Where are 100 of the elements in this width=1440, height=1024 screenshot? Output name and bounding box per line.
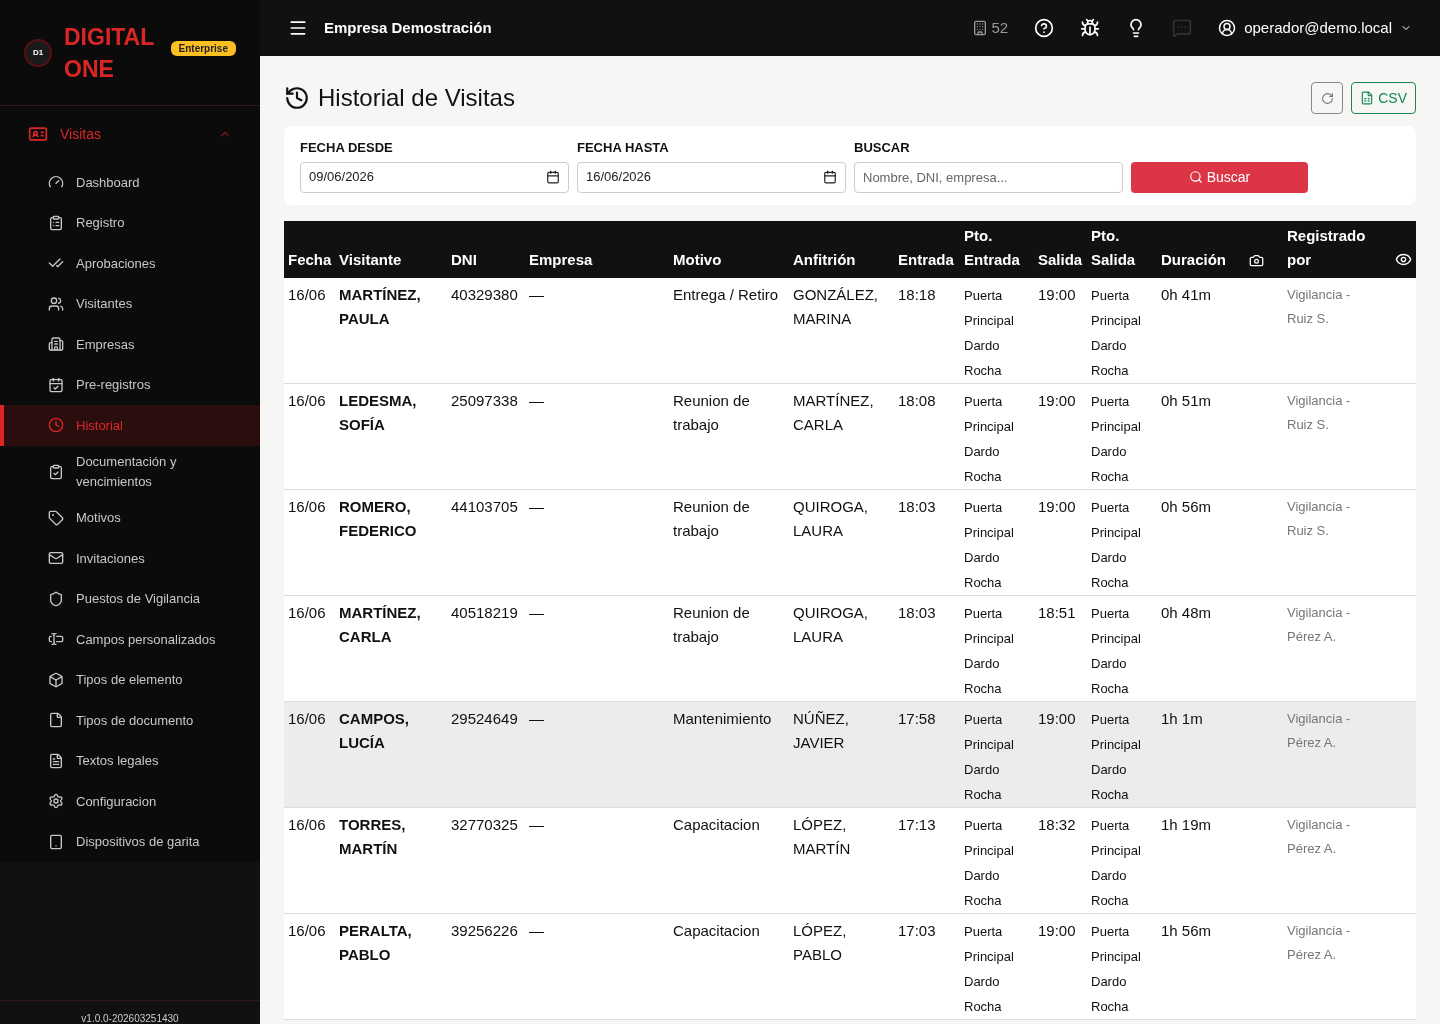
table-cell: Puerta Principal Dardo Rocha: [964, 923, 1014, 1014]
plan-badge: Enterprise: [170, 41, 236, 56]
date-field[interactable]: 16/06/2026: [577, 161, 846, 193]
column-header[interactable]: DNI: [451, 247, 477, 272]
column-header[interactable]: Salida: [1038, 247, 1083, 272]
bug-icon[interactable]: [1080, 18, 1101, 38]
sidebar-item[interactable]: Motivos: [0, 497, 260, 538]
table-cell: QUIROGA, LAURA: [793, 497, 868, 539]
column-header[interactable]: Pto. Entrada: [964, 223, 1020, 272]
table-cell: 19:00: [1038, 709, 1076, 727]
help-icon[interactable]: [1034, 18, 1055, 38]
table-row[interactable]: 16/06 PERALTA, PABLO 39256226 — Capacitacion LÓPEZ, PABLO 17:03 Puerta Principal Dardo Rocha 19:00 Puerta Principal Dardo Rocha 1h 56m Vigilancia - Pérez A.: [284, 913, 1416, 1019]
table-cell: NÚÑEZ, JAVIER: [793, 709, 849, 751]
user-icon: [1218, 19, 1237, 37]
column-header[interactable]: Entrada: [898, 247, 954, 272]
search-field[interactable]: Nombre, DNI, empresa...: [854, 161, 1123, 193]
sidebar-item[interactable]: Dispositivos de garita: [0, 821, 260, 862]
search-button[interactable]: Buscar: [1131, 161, 1308, 193]
column-header[interactable]: Empresa: [529, 247, 593, 272]
table-cell: 19:00: [1038, 497, 1076, 515]
table-cell: Puerta Principal Dardo Rocha: [964, 711, 1014, 802]
tag-icon: [48, 509, 64, 526]
table-cell: TORRES, MARTÍN: [339, 815, 406, 857]
sidebar-item[interactable]: Documentación y vencimientos: [0, 445, 260, 498]
sidebar-item[interactable]: Puestos de Vigilancia: [0, 578, 260, 619]
brand-name: DIGITAL: [64, 22, 155, 52]
sidebar-item[interactable]: Dashboard: [0, 162, 260, 203]
table-cell: 19:00: [1038, 921, 1076, 939]
column-header[interactable]: Fecha: [288, 247, 332, 272]
sidebar-item[interactable]: Tipos de documento: [0, 700, 260, 741]
table-row[interactable]: 16/06 MARTÍNEZ, PAULA 40329380 — Entrega / Retiro GONZÁLEZ, MARINA 18:18 Puerta Principal Dardo Rocha 19:00 Puerta Principal Dardo Rocha 0h 41m Vigilancia - Ruiz S.: [284, 277, 1416, 383]
date-field[interactable]: 09/06/2026: [300, 161, 569, 193]
sidebar-section[interactable]: Visitas: [0, 106, 260, 162]
csv-button[interactable]: CSV: [1351, 82, 1416, 114]
table-cell: 0h 51m: [1161, 391, 1212, 409]
table-cell: Puerta Principal Dardo Rocha: [1091, 817, 1141, 908]
sidebar-item[interactable]: Historial: [0, 405, 260, 446]
table-cell: LÓPEZ, MARTÍN: [793, 815, 851, 857]
brand-name: ONE: [64, 54, 115, 84]
table-cell: 40329380: [451, 285, 518, 303]
table-cell: 44103705: [451, 497, 518, 515]
table-cell: 17:13: [898, 815, 936, 833]
sidebar-item[interactable]: Registro: [0, 202, 260, 243]
table-cell: 29524649: [451, 709, 518, 727]
table-cell: Puerta Principal Dardo Rocha: [1091, 923, 1141, 1014]
table-cell: 16/06: [288, 921, 326, 939]
table-cell: 1h 56m: [1161, 921, 1212, 939]
sidebar-item[interactable]: Textos legales: [0, 740, 260, 781]
sidebar-item[interactable]: Campos personalizados: [0, 619, 260, 660]
column-header[interactable]: Pto. Salida: [1091, 223, 1136, 272]
table-row[interactable]: 16/06 LEDESMA, SOFÍA 25097338 — Reunion de trabajo MARTÍNEZ, CARLA 18:08 Puerta Principal Dardo Rocha 19:00 Puerta Principal Dardo Rocha 0h 51m Vigilancia - Ruiz S.: [284, 383, 1416, 489]
table-row[interactable]: 16/06 MARTÍNEZ, CARLA 40518219 — Reunion de trabajo QUIROGA, LAURA 18:03 Puerta Principal Dardo Rocha 18:51 Puerta Principal Dardo Rocha 0h 48m Vigilancia - Pérez A.: [284, 595, 1416, 701]
sidebar-item[interactable]: Empresas: [0, 324, 260, 365]
column-header[interactable]: Visitante: [339, 247, 402, 272]
sidebar-item[interactable]: Configuracion: [0, 781, 260, 822]
sidebar-item[interactable]: Tipos de elemento: [0, 659, 260, 700]
table-cell: Puerta Principal Dardo Rocha: [964, 817, 1014, 908]
column-header[interactable]: Motivo: [673, 247, 722, 272]
table-cell: Puerta Principal Dardo Rocha: [964, 499, 1014, 590]
sidebar-item[interactable]: Invitaciones: [0, 538, 260, 579]
table-cell: 1h 1m: [1161, 709, 1203, 727]
table-cell: 0h 41m: [1161, 285, 1212, 303]
table-cell: Reunion de trabajo: [673, 497, 750, 539]
calendar-icon: [546, 170, 560, 184]
table-cell: —: [529, 603, 544, 621]
company-name: Empresa Demostración: [324, 17, 492, 38]
sidebar-item[interactable]: Pre-registros: [0, 364, 260, 405]
table-cell: 0h 48m: [1161, 603, 1212, 621]
version-text: v1.0.0-202603251430: [81, 1013, 179, 1024]
logo-icon: D1: [24, 38, 52, 67]
column-header[interactable]: Registrado por: [1287, 223, 1366, 272]
table-row[interactable]: 16/06 TORRES, MARTÍN 32770325 — Capacitacion LÓPEZ, MARTÍN 17:13 Puerta Principal Dardo Rocha 18:32 Puerta Principal Dardo Rocha 1h 19m Vigilancia - Pérez A.: [284, 807, 1416, 913]
cube-icon: [48, 671, 64, 688]
camera-icon: [1249, 252, 1264, 268]
user-menu[interactable]: operador@demo.local: [1218, 16, 1412, 40]
shield-icon: [48, 590, 64, 607]
table-cell: ROMERO, FEDERICO: [339, 497, 417, 539]
sidebar-item[interactable]: Visitantes: [0, 283, 260, 324]
search-icon: [1188, 170, 1203, 184]
sidebar-item[interactable]: Aprobaciones: [0, 243, 260, 284]
table-row[interactable]: 16/06 ROMERO, FEDERICO 44103705 — Reunion de trabajo QUIROGA, LAURA 18:03 Puerta Principal Dardo Rocha 19:00 Puerta Principal Dardo Rocha 0h 56m Vigilancia - Ruiz S.: [284, 489, 1416, 595]
tablet-icon: [48, 833, 64, 850]
table-cell: PERALTA, PABLO: [339, 921, 412, 963]
spreadsheet-icon: [1360, 91, 1375, 105]
history-icon: [284, 85, 310, 111]
building-count-text: 52: [991, 17, 1009, 38]
table-cell: QUIROGA, LAURA: [793, 603, 868, 645]
column-header[interactable]: Duración: [1161, 247, 1226, 272]
calendar-icon: [48, 376, 64, 393]
table-cell: —: [529, 391, 544, 409]
column-header[interactable]: Anfitrión: [793, 247, 856, 272]
page-title: Historial de Visitas: [318, 83, 515, 113]
menu-icon[interactable]: [288, 18, 308, 38]
clipboard-check-icon: [48, 463, 64, 480]
document-icon: [48, 752, 64, 769]
table-cell: Reunion de trabajo: [673, 603, 750, 645]
building-count[interactable]: 52: [971, 16, 1009, 40]
table-cell: GONZÁLEZ, MARINA: [793, 285, 878, 327]
refresh-button[interactable]: [1311, 82, 1344, 114]
table-cell: Reunion de trabajo: [673, 391, 750, 433]
